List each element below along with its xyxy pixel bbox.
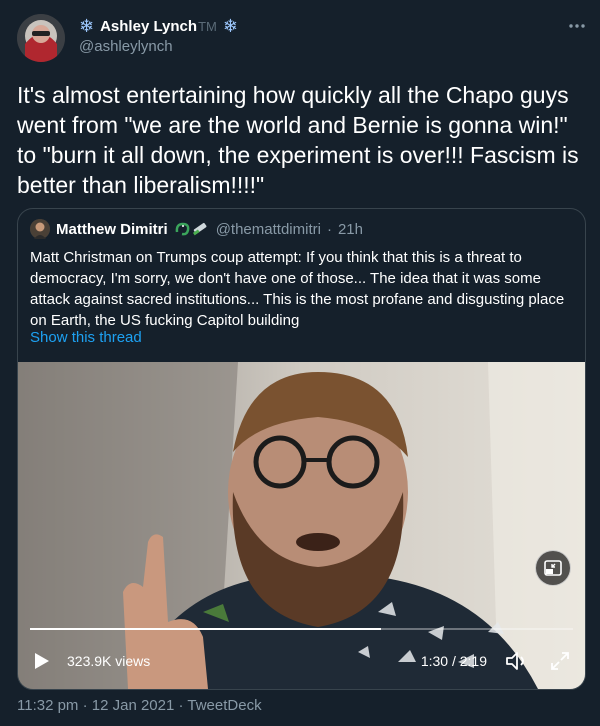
separator-dot: · <box>326 220 332 238</box>
video-progress-fill <box>30 628 382 630</box>
quoted-tweet-header: Matthew Dimitri @themattdimitri · 21h <box>30 219 363 239</box>
video-frame <box>18 362 585 689</box>
video-progress-bar[interactable] <box>30 628 573 630</box>
picture-in-picture-icon <box>544 560 562 576</box>
play-button[interactable] <box>34 652 50 675</box>
picture-in-picture-button[interactable] <box>535 550 571 586</box>
author-avatar[interactable] <box>17 14 65 62</box>
quoted-author-avatar[interactable] <box>30 219 50 239</box>
snowflake-icon: ❄ <box>79 16 95 36</box>
quoted-tweet-time[interactable]: 21h <box>338 221 363 238</box>
tweet-header: ❄ Ashley Lynch TM ❄ @ashleylynch <box>17 14 586 62</box>
author-name[interactable]: Ashley Lynch <box>100 18 197 35</box>
tweet-timestamp[interactable]: 11:32 pm · 12 Jan 2021 · TweetDeck <box>17 697 262 714</box>
tweet-text: It's almost entertaining how quickly all… <box>17 82 579 198</box>
quoted-author-name[interactable]: Matthew Dimitri <box>56 221 168 238</box>
author-handle[interactable]: @ashleylynch <box>79 38 173 55</box>
show-thread-link[interactable]: Show this thread <box>30 329 142 346</box>
volume-button[interactable] <box>505 650 529 677</box>
video-player[interactable]: 323.9K views 1:30 / 2:19 <box>18 362 585 689</box>
snake-syringe-emoji-icon <box>174 220 210 238</box>
quoted-tweet[interactable]: Matthew Dimitri @themattdimitri · 21h Ma… <box>17 208 586 690</box>
trademark-text: TM <box>198 18 217 34</box>
muted-speaker-icon <box>506 652 524 670</box>
quoted-author-handle[interactable]: @themattdimitri <box>216 221 321 238</box>
video-time: 1:30 / 2:19 <box>420 653 487 669</box>
play-icon <box>35 653 49 669</box>
video-controls: 323.9K views 1:30 / 2:19 <box>18 642 585 682</box>
expand-icon <box>551 652 569 670</box>
quoted-tweet-text: Matt Christman on Trumps coup attempt: I… <box>30 249 565 329</box>
fullscreen-button[interactable] <box>549 650 571 677</box>
video-views: 323.9K views <box>67 653 151 669</box>
snowflake-icon: ❄ <box>222 16 238 36</box>
more-options-icon[interactable] <box>568 16 586 32</box>
